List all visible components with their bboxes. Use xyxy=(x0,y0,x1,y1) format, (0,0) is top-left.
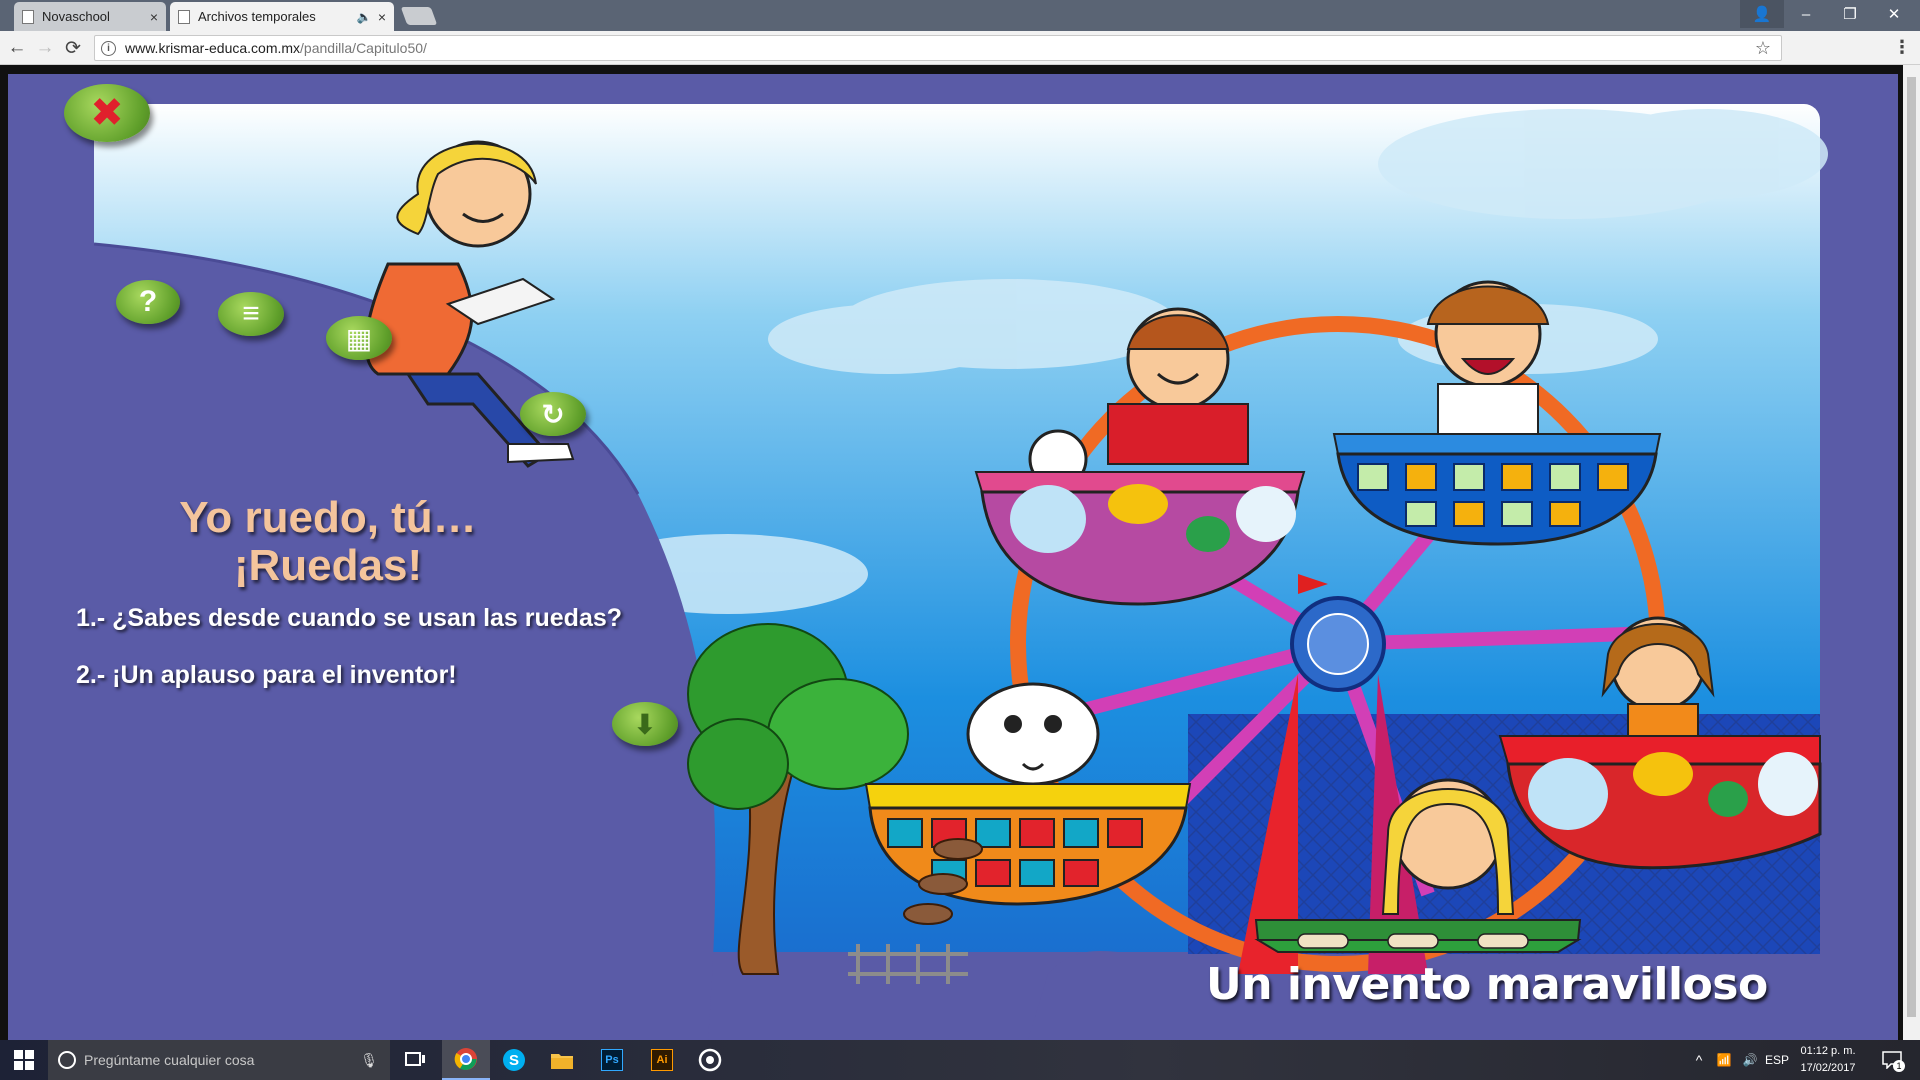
clock[interactable]: 01:12 p. m. 17/02/2017 xyxy=(1793,1043,1863,1077)
address-bar[interactable]: i www.krismar-educa.com.mx /pandilla/Cap… xyxy=(94,35,1782,61)
page-icon xyxy=(22,9,34,24)
reload-button[interactable]: ⟳ xyxy=(60,35,86,61)
restore-button[interactable]: ❐ xyxy=(1828,0,1872,28)
browser-toolbar: ← → ⟳ i www.krismar-educa.com.mx /pandil… xyxy=(0,31,1920,65)
question-2: 2.- ¡Un aplauso para el inventor! xyxy=(76,661,457,689)
replay-button[interactable]: ↻ xyxy=(520,392,586,436)
help-button[interactable]: ? xyxy=(116,280,180,324)
question-icon: ? xyxy=(138,285,158,318)
target-app-icon[interactable] xyxy=(686,1040,734,1080)
language-indicator[interactable]: ESP xyxy=(1762,1040,1792,1080)
taskbar: Pregúntame cualquier cosa 🎙 S Ps Ai ^ 📶 … xyxy=(0,1040,1920,1080)
minimize-button[interactable]: – xyxy=(1784,0,1828,28)
tab-strip: Novaschool × Archivos temporales 🔈 × 👤 –… xyxy=(0,0,1920,31)
forward-button[interactable]: → xyxy=(32,35,58,61)
site-info-icon[interactable]: i xyxy=(101,40,116,56)
page-viewport: ✖ ? ≡ ▦ ↻ ⬇ Yo ruedo, tú… ¡Ruedas! 1.- ¿… xyxy=(0,65,1920,1040)
title-line-1: Yo ruedo, tú… xyxy=(179,493,477,542)
url-path: /pandilla/Capitulo50/ xyxy=(300,40,427,56)
tab-close-icon[interactable]: × xyxy=(150,9,158,25)
chrome-icon[interactable] xyxy=(442,1040,490,1080)
lesson-subtitle: Un invento maravilloso xyxy=(1206,959,1768,1010)
new-tab-button[interactable] xyxy=(400,7,438,25)
back-button[interactable]: ← xyxy=(4,35,30,61)
lesson-title: Yo ruedo, tú… ¡Ruedas! xyxy=(108,494,548,590)
cortana-icon xyxy=(58,1051,76,1069)
tab-archivos-temporales[interactable]: Archivos temporales 🔈 × xyxy=(170,2,394,31)
list-menu-icon: ≡ xyxy=(242,297,260,330)
cortana-search[interactable]: Pregúntame cualquier cosa 🎙 xyxy=(48,1040,390,1080)
photoshop-icon[interactable]: Ps xyxy=(588,1040,636,1080)
search-placeholder: Pregúntame cualquier cosa xyxy=(84,1052,255,1068)
clock-time: 01:12 p. m. xyxy=(1800,1045,1856,1057)
close-lesson-button[interactable]: ✖ xyxy=(64,84,150,142)
clock-date: 17/02/2017 xyxy=(1800,1062,1856,1074)
windows-logo-icon xyxy=(14,1050,34,1070)
skype-icon[interactable]: S xyxy=(490,1040,538,1080)
question-1: 1.- ¿Sabes desde cuando se usan las rued… xyxy=(76,604,623,632)
lesson-frame: ✖ ? ≡ ▦ ↻ ⬇ Yo ruedo, tú… ¡Ruedas! 1.- ¿… xyxy=(8,74,1898,1040)
tray-chevron-icon[interactable]: ^ xyxy=(1688,1040,1710,1080)
volume-icon[interactable]: 🔊 xyxy=(1738,1040,1762,1080)
title-line-2: ¡Ruedas! xyxy=(233,541,423,590)
arrow-down-icon: ⬇ xyxy=(633,708,657,740)
replay-icon: ↻ xyxy=(541,398,565,430)
user-profile-icon[interactable]: 👤 xyxy=(1740,0,1784,28)
wifi-icon[interactable]: 📶 xyxy=(1712,1040,1736,1080)
browser-menu-icon[interactable]: ⋮ xyxy=(1892,37,1912,59)
close-x-icon: ✖ xyxy=(90,91,124,135)
task-view-icon[interactable] xyxy=(392,1040,440,1080)
notification-count-badge: 1 xyxy=(1893,1060,1905,1072)
illustrator-icon[interactable]: Ai xyxy=(638,1040,686,1080)
puzzle-icon: ▦ xyxy=(345,322,373,354)
next-button[interactable]: ⬇ xyxy=(612,702,678,746)
file-explorer-icon[interactable] xyxy=(538,1040,586,1080)
microphone-icon[interactable]: 🎙 xyxy=(360,1052,378,1069)
notifications-icon[interactable]: 1 xyxy=(1872,1040,1912,1080)
url-host: www.krismar-educa.com.mx xyxy=(125,40,301,56)
close-window-button[interactable]: ✕ xyxy=(1872,0,1916,28)
page-icon xyxy=(178,9,190,24)
menu-button[interactable]: ≡ xyxy=(218,292,284,336)
tab-label: Novaschool xyxy=(42,9,110,24)
scrollbar-thumb[interactable] xyxy=(1907,77,1916,1017)
puzzle-button[interactable]: ▦ xyxy=(326,316,392,360)
tab-close-icon[interactable]: × xyxy=(378,9,386,25)
tab-label: Archivos temporales xyxy=(198,9,316,24)
start-button[interactable] xyxy=(0,1040,48,1080)
scrollbar[interactable] xyxy=(1903,65,1920,1040)
tab-novaschool[interactable]: Novaschool × xyxy=(14,2,166,31)
audio-playing-icon[interactable]: 🔈 xyxy=(357,10,372,24)
bookmark-star-icon[interactable]: ☆ xyxy=(1755,38,1771,59)
